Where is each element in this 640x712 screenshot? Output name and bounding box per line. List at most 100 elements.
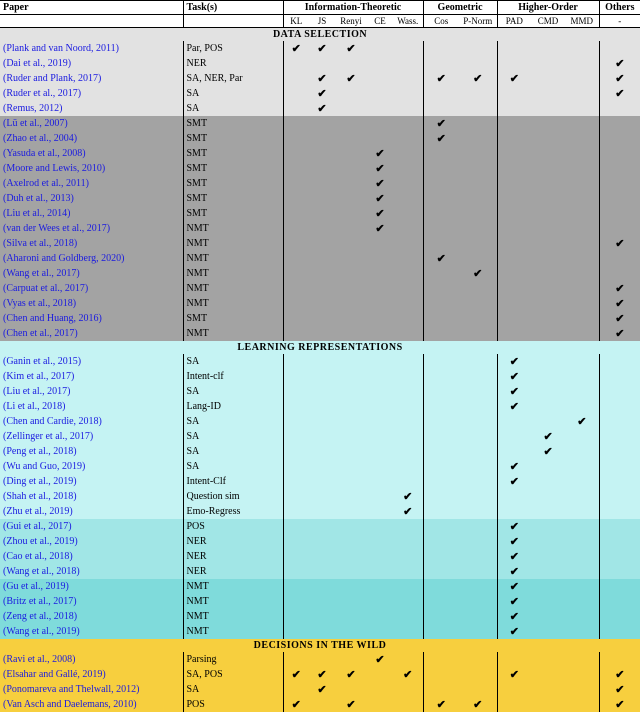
paper-link[interactable]: (Yasuda et al., 2008) <box>3 148 86 159</box>
tick-cell: ✔ <box>599 682 640 697</box>
tick-cell <box>283 311 309 326</box>
paper-link[interactable]: (Van Asch and Daelemans, 2010) <box>3 699 137 710</box>
paper-link[interactable]: (van der Wees et al., 2017) <box>3 223 110 234</box>
paper-link[interactable]: (Ponomareva and Thelwall, 2012) <box>3 684 139 695</box>
paper-link[interactable]: (Chen et al., 2017) <box>3 328 78 339</box>
tick-cell <box>599 176 640 191</box>
paper-cell: (Chen and Cardie, 2018) <box>0 414 183 429</box>
paper-link[interactable]: (Aharoni and Goldberg, 2020) <box>3 253 124 264</box>
table-row: (Shah et al., 2018)Question sim✔ <box>0 489 640 504</box>
tick-cell <box>497 116 531 131</box>
tick-cell <box>599 519 640 534</box>
tick-cell <box>283 236 309 251</box>
tick-cell <box>283 594 309 609</box>
tick-cell <box>335 564 367 579</box>
tick-cell <box>599 504 640 519</box>
tick-cell <box>599 489 640 504</box>
tick-cell <box>459 311 497 326</box>
paper-link[interactable]: (Shah et al., 2018) <box>3 491 77 502</box>
paper-link[interactable]: (Ding et al., 2019) <box>3 476 77 487</box>
paper-link[interactable]: (Moore and Lewis, 2010) <box>3 163 105 174</box>
tick-cell <box>283 564 309 579</box>
paper-link[interactable]: (Ruder and Plank, 2017) <box>3 73 101 84</box>
paper-link[interactable]: (Dai et al., 2019) <box>3 58 71 69</box>
tick-cell <box>335 474 367 489</box>
tasks-cell: Emo-Regress <box>183 504 283 519</box>
tick-cell: ✔ <box>497 564 531 579</box>
tasks-cell: NMT <box>183 326 283 341</box>
tick-cell <box>599 609 640 624</box>
paper-link[interactable]: (Liu et al., 2014) <box>3 208 70 219</box>
paper-link[interactable]: (Kim et al., 2017) <box>3 371 74 382</box>
paper-link[interactable]: (Elsahar and Gallé, 2019) <box>3 669 106 680</box>
tick-cell <box>367 296 393 311</box>
paper-link[interactable]: (Plank and van Noord, 2011) <box>3 43 119 54</box>
tick-cell: ✔ <box>423 697 459 712</box>
paper-link[interactable]: (Wu and Guo, 2019) <box>3 461 85 472</box>
tick-cell <box>423 369 459 384</box>
paper-link[interactable]: (Silva et al., 2018) <box>3 238 77 249</box>
tick-cell <box>367 564 393 579</box>
paper-link[interactable]: (Vyas et al., 2018) <box>3 298 76 309</box>
tick-cell: ✔ <box>497 369 531 384</box>
paper-link[interactable]: (Li et al., 2018) <box>3 401 65 412</box>
paper-link[interactable]: (Axelrod et al., 2011) <box>3 178 89 189</box>
tick-cell <box>459 459 497 474</box>
paper-link[interactable]: (Ganin et al., 2015) <box>3 356 81 367</box>
paper-link[interactable]: (Ruder et al., 2017) <box>3 88 81 99</box>
paper-link[interactable]: (Lü et al., 2007) <box>3 118 68 129</box>
col-pnorm: P-Norm <box>459 15 497 28</box>
paper-link[interactable]: (Gu et al., 2019) <box>3 581 69 592</box>
table-row: (Remus, 2012)SA✔ <box>0 101 640 116</box>
tick-cell <box>423 101 459 116</box>
table-row: (Wang et al., 2018)NER✔ <box>0 564 640 579</box>
paper-link[interactable]: (Zhou et al., 2019) <box>3 536 78 547</box>
tick-cell <box>309 266 335 281</box>
paper-link[interactable]: (Gui et al., 2017) <box>3 521 72 532</box>
tick-cell <box>393 384 423 399</box>
tick-cell <box>309 534 335 549</box>
tasks-cell: SA <box>183 444 283 459</box>
tick-cell <box>393 624 423 639</box>
paper-link[interactable]: (Liu et al., 2017) <box>3 386 70 397</box>
paper-link[interactable]: (Zeng et al., 2018) <box>3 611 77 622</box>
paper-link[interactable]: (Wang et al., 2018) <box>3 566 80 577</box>
paper-link[interactable]: (Ravi et al., 2008) <box>3 654 75 665</box>
tick-cell <box>367 504 393 519</box>
tick-cell <box>309 206 335 221</box>
tick-cell <box>531 609 565 624</box>
paper-link[interactable]: (Zellinger et al., 2017) <box>3 431 93 442</box>
paper-link[interactable]: (Britz et al., 2017) <box>3 596 77 607</box>
paper-link[interactable]: (Duh et al., 2013) <box>3 193 74 204</box>
tick-cell <box>459 221 497 236</box>
tick-cell <box>393 399 423 414</box>
tick-cell <box>497 101 531 116</box>
tick-cell <box>459 191 497 206</box>
paper-link[interactable]: (Chen and Cardie, 2018) <box>3 416 102 427</box>
paper-link[interactable]: (Peng et al., 2018) <box>3 446 77 457</box>
tick-cell <box>335 251 367 266</box>
paper-link[interactable]: (Zhao et al., 2004) <box>3 133 77 144</box>
tick-cell <box>497 266 531 281</box>
tick-cell <box>367 429 393 444</box>
tick-cell <box>459 489 497 504</box>
paper-cell: (Gui et al., 2017) <box>0 519 183 534</box>
tick-cell <box>565 296 599 311</box>
tick-cell <box>565 504 599 519</box>
tick-cell <box>565 429 599 444</box>
paper-link[interactable]: (Zhu et al., 2019) <box>3 506 73 517</box>
paper-link[interactable]: (Wang et al., 2019) <box>3 626 80 637</box>
paper-link[interactable]: (Cao et al., 2018) <box>3 551 73 562</box>
paper-link[interactable]: (Remus, 2012) <box>3 103 62 114</box>
paper-link[interactable]: (Chen and Huang, 2016) <box>3 313 102 324</box>
tick-cell <box>367 697 393 712</box>
tick-cell: ✔ <box>565 414 599 429</box>
tasks-cell: SMT <box>183 206 283 221</box>
tick-cell <box>531 101 565 116</box>
paper-link[interactable]: (Wang et al., 2017) <box>3 268 80 279</box>
paper-link[interactable]: (Carpuat et al., 2017) <box>3 283 88 294</box>
tick-cell <box>531 384 565 399</box>
tick-cell <box>283 384 309 399</box>
tick-cell <box>565 41 599 56</box>
tick-cell <box>335 236 367 251</box>
